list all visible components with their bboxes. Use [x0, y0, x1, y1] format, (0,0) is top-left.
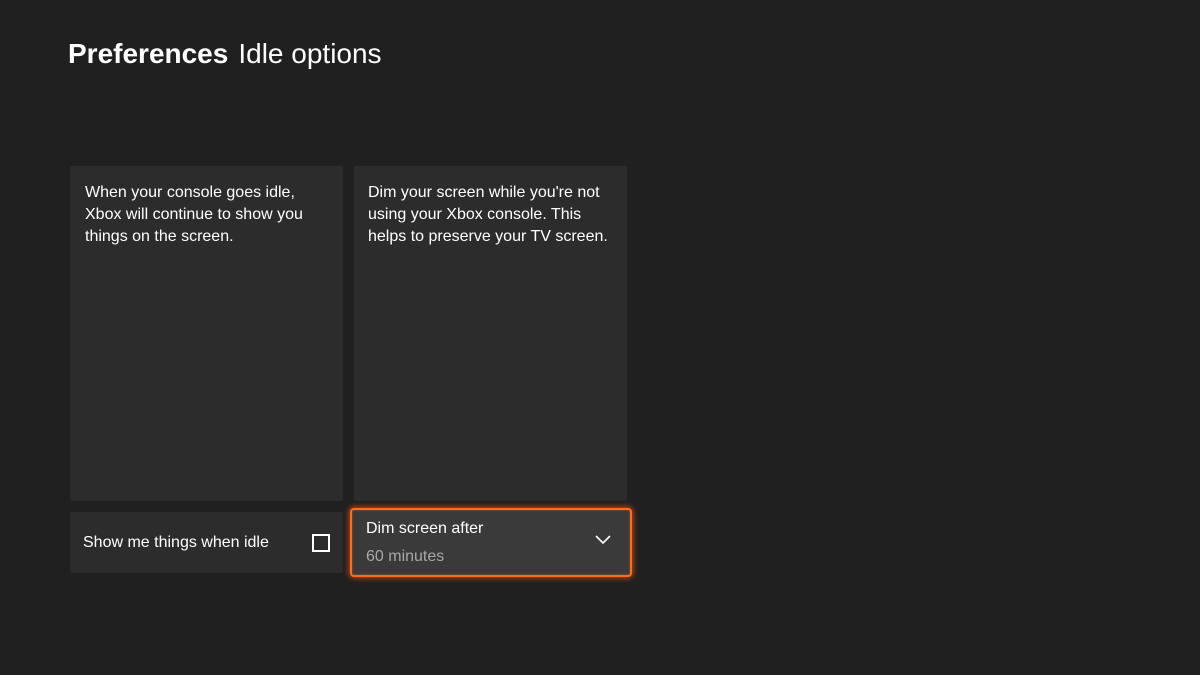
checkbox-icon[interactable] [312, 533, 330, 552]
show-things-when-idle-toggle[interactable]: Show me things when idle [70, 512, 343, 573]
idle-description-card: When your console goes idle, Xbox will c… [70, 166, 343, 501]
dim-description-card: Dim your screen while you're not using y… [354, 166, 627, 501]
dim-screen-value: 60 minutes [366, 548, 445, 565]
dim-screen-after-dropdown[interactable]: Dim screen after 60 minutes [350, 508, 632, 577]
page-title: Idle options [238, 38, 382, 69]
idle-description-text: When your console goes idle, Xbox will c… [85, 184, 303, 245]
dim-screen-label: Dim screen after [366, 520, 484, 537]
section-title: Preferences [68, 38, 229, 69]
show-things-label: Show me things when idle [83, 533, 269, 551]
chevron-down-icon [595, 535, 611, 545]
dim-description-text: Dim your screen while you're not using y… [368, 184, 608, 245]
page-header: Preferences Idle options [68, 36, 382, 72]
